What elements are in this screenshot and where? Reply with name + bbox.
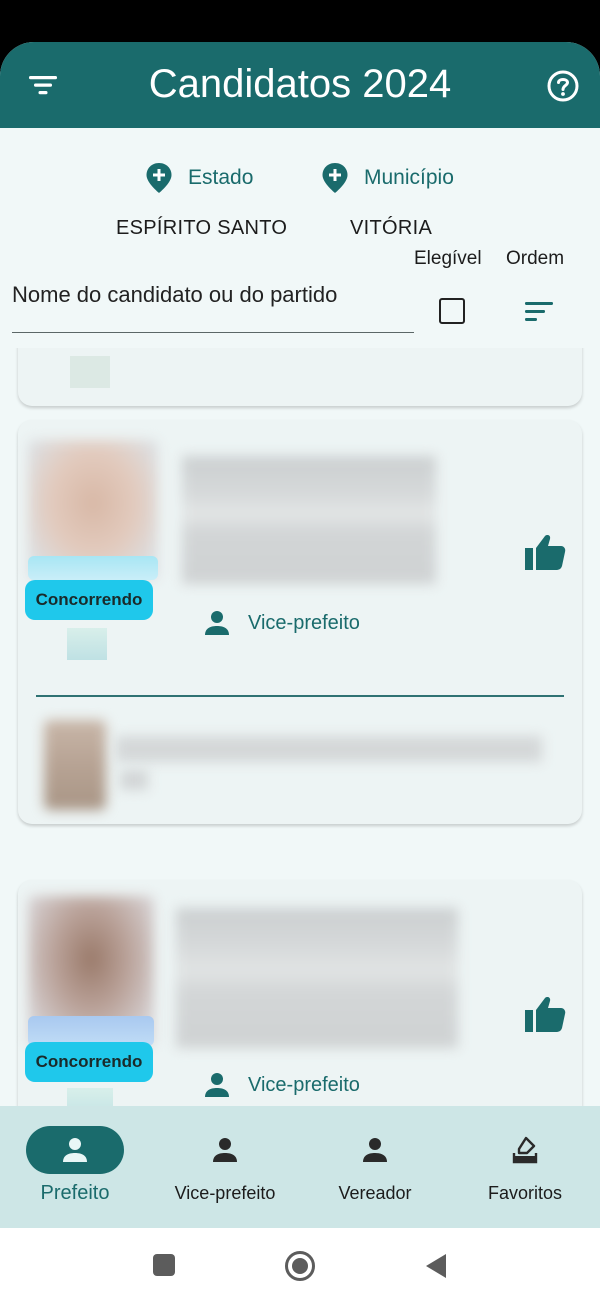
- back-icon[interactable]: [424, 1252, 448, 1280]
- municipality-label: Município: [364, 166, 454, 189]
- order-label: Ordem: [506, 248, 565, 269]
- ballot-box-icon: [512, 1136, 538, 1164]
- running-mate-label: Vice-prefeito: [248, 1073, 360, 1096]
- add-location-icon: [146, 163, 172, 193]
- nav-label: Prefeito: [40, 1182, 110, 1204]
- thumbs-up-icon[interactable]: [524, 994, 566, 1034]
- nav-label: Vice-prefeito: [174, 1183, 276, 1203]
- nav-item-vice-prefeito[interactable]: Vice-prefeito: [150, 1106, 300, 1228]
- running-mate-toggle[interactable]: Vice-prefeito: [202, 1070, 360, 1100]
- thumbs-up-icon[interactable]: [524, 532, 566, 572]
- nav-item-vereador[interactable]: Vereador: [300, 1106, 450, 1228]
- page-title: Candidatos 2024: [148, 62, 452, 106]
- eligible-checkbox[interactable]: [439, 298, 465, 324]
- person-icon: [205, 611, 229, 635]
- add-location-icon: [322, 163, 348, 193]
- eligible-label: Elegível: [414, 248, 482, 269]
- home-icon[interactable]: [284, 1250, 316, 1282]
- candidate-card[interactable]: [18, 348, 582, 406]
- status-bar: [0, 0, 600, 44]
- person-icon: [213, 1138, 237, 1162]
- state-value: ESPÍRITO SANTO: [116, 217, 288, 239]
- state-selector[interactable]: Estado: [144, 158, 253, 198]
- bottom-navigation: Prefeito Vice-prefeito Vereador Favorito…: [0, 1106, 600, 1228]
- nav-icon-container: [476, 1126, 574, 1174]
- status-badge: Concorrendo: [25, 580, 153, 620]
- status-badge: Concorrendo: [25, 1042, 153, 1082]
- nav-label: Vereador: [338, 1183, 412, 1203]
- person-icon: [63, 1138, 87, 1162]
- municipality-value: VITÓRIA: [350, 217, 433, 239]
- running-mate-info: [116, 736, 542, 762]
- recent-apps-icon[interactable]: [152, 1253, 176, 1277]
- nav-item-prefeito[interactable]: Prefeito: [0, 1106, 150, 1228]
- nav-label: Favoritos: [487, 1183, 563, 1203]
- state-label: Estado: [188, 166, 254, 189]
- nav-item-favoritos[interactable]: Favoritos: [450, 1106, 600, 1228]
- running-mate-photo: [44, 720, 106, 810]
- candidate-card[interactable]: Concorrendo Vice-prefeito: [18, 420, 582, 824]
- divider: [36, 695, 564, 697]
- help-icon[interactable]: [546, 69, 580, 103]
- search-input[interactable]: Nome do candidato ou do partido: [12, 277, 414, 333]
- running-mate-toggle[interactable]: Vice-prefeito: [202, 608, 360, 638]
- candidate-number: [67, 628, 107, 660]
- candidate-info: [176, 908, 458, 1048]
- candidate-info: [182, 456, 436, 584]
- nav-icon-container: [176, 1126, 274, 1174]
- search-placeholder: Nome do candidato ou do partido: [12, 282, 338, 307]
- person-icon: [363, 1138, 387, 1162]
- candidate-card[interactable]: Concorrendo Vice-prefeito: [18, 880, 582, 1106]
- app-bar: Candidatos 2024: [0, 42, 600, 128]
- candidate-list[interactable]: Concorrendo Vice-prefeito Concorrendo Vi…: [0, 348, 600, 1106]
- nav-icon-container: [326, 1126, 424, 1174]
- app-screen: Candidatos 2024 Estado Município ESPÍRIT…: [0, 42, 600, 1228]
- person-icon: [205, 1073, 229, 1097]
- candidate-number: [70, 356, 110, 388]
- system-navigation-bar: [0, 1228, 600, 1301]
- running-mate-label: Vice-prefeito: [248, 611, 360, 634]
- municipality-selector[interactable]: Município: [320, 158, 454, 198]
- candidate-number: [67, 1088, 113, 1106]
- nav-icon-container: [26, 1126, 124, 1174]
- sort-icon[interactable]: [523, 297, 555, 327]
